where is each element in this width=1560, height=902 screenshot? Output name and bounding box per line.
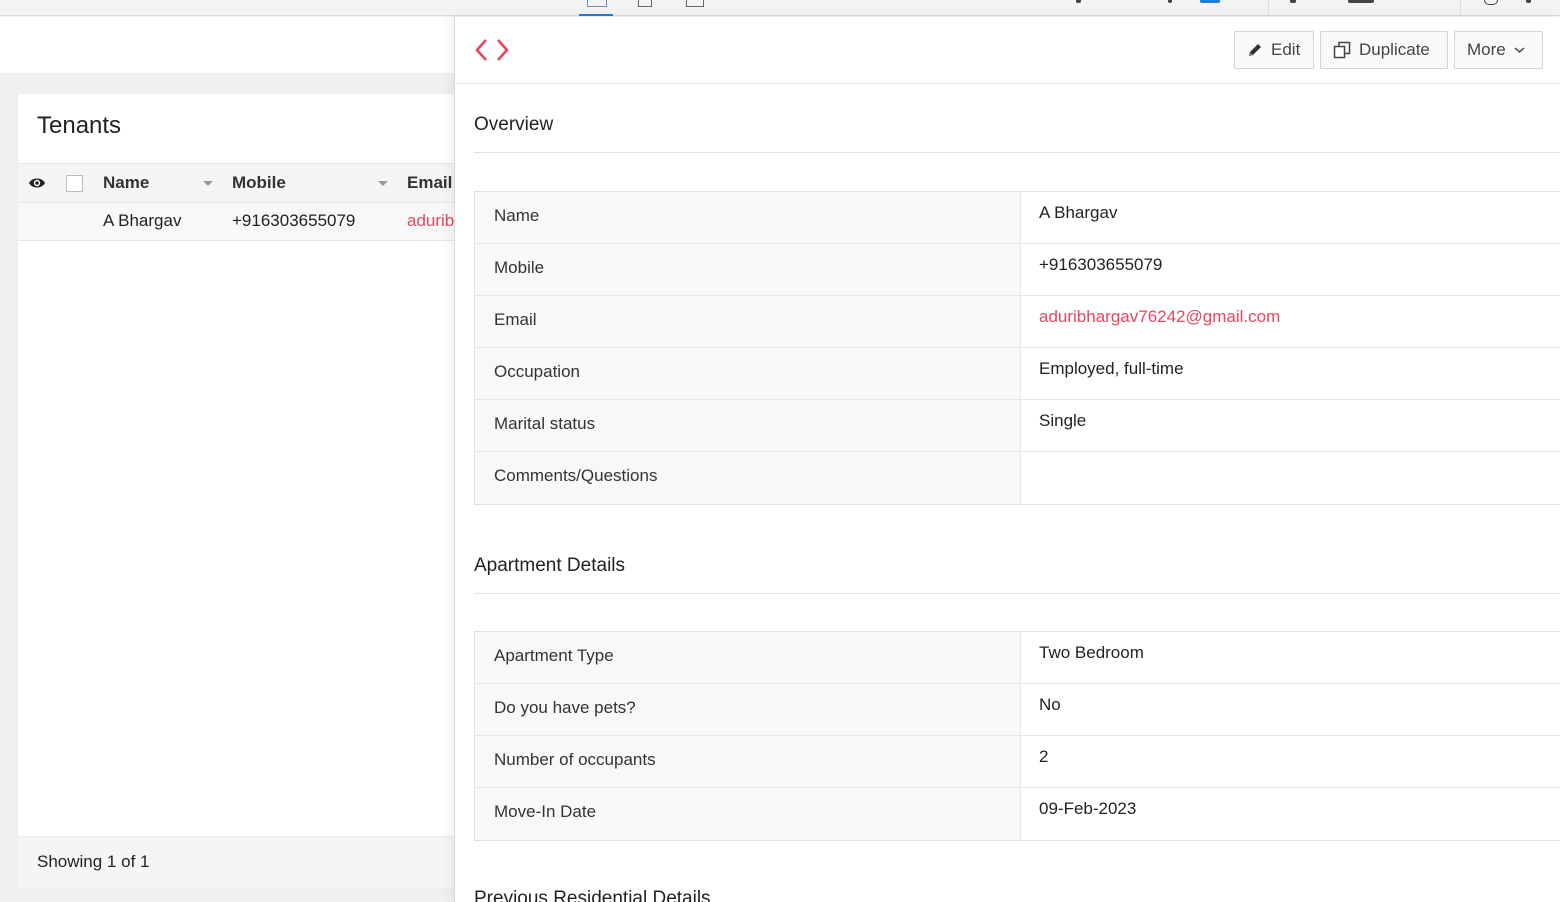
column-header-name[interactable]: Name [103, 173, 149, 193]
overview-fields-table: Name A Bhargav Mobile +916303655079 Emai… [474, 191, 1560, 505]
cell-email-link[interactable]: adurib [407, 211, 454, 231]
table-row[interactable]: A Bhargav +916303655079 adurib [18, 203, 455, 241]
top-text-fragment [1168, 0, 1172, 3]
field-row: Do you have pets? No [475, 684, 1560, 736]
sort-caret-icon[interactable] [203, 181, 213, 186]
column-header-email[interactable]: Email [407, 173, 452, 193]
duplicate-label: Duplicate [1359, 40, 1430, 59]
field-row: Occupation Employed, full-time [475, 348, 1560, 400]
top-text-fragment [1526, 0, 1531, 3]
list-header-row: Name Mobile Email [18, 163, 455, 203]
top-text-fragment [1290, 0, 1296, 3]
more-dropdown-button[interactable]: More [1454, 31, 1543, 69]
table-view-tab-icon[interactable] [686, 0, 704, 7]
section-divider [474, 593, 1560, 594]
field-row: Comments/Questions [475, 452, 1560, 504]
field-value-marital-status: Single [1039, 411, 1087, 430]
chevron-down-icon [1514, 47, 1525, 54]
select-all-checkbox[interactable] [66, 175, 83, 192]
cell-name: A Bhargav [103, 211, 182, 230]
field-row: Move-In Date 09-Feb-2023 [475, 788, 1560, 840]
edit-button[interactable]: Edit [1234, 31, 1314, 69]
field-value-comments [1021, 452, 1560, 504]
field-label-name: Name [475, 192, 1021, 243]
more-label: More [1467, 40, 1506, 59]
field-value-move-in-date: 09-Feb-2023 [1039, 799, 1137, 818]
field-value-occupation: Employed, full-time [1039, 359, 1184, 378]
record-count: Showing 1 of 1 [37, 852, 150, 871]
field-label-marital-status: Marital status [475, 400, 1021, 451]
section-title-previous-residential: Previous Residential Details [474, 888, 711, 902]
code-icon[interactable] [475, 37, 509, 63]
field-row: Number of occupants 2 [475, 736, 1560, 788]
apartment-fields-table: Apartment Type Two Bedroom Do you have p… [474, 631, 1560, 841]
detail-toolbar: Edit Duplicate More [455, 17, 1560, 84]
list-title: Tenants [37, 112, 122, 139]
pencil-icon [1249, 44, 1261, 56]
sort-caret-icon[interactable] [378, 181, 388, 186]
field-value-pets: No [1039, 695, 1061, 714]
top-divider [1268, 0, 1269, 15]
eye-icon[interactable] [28, 175, 46, 191]
left-header-area [0, 17, 454, 73]
grid-view-tab-icon[interactable] [638, 0, 652, 7]
field-value-occupants: 2 [1039, 747, 1049, 766]
record-detail-panel: Edit Duplicate More Overview Name A Bhar… [454, 17, 1560, 902]
field-row: Email aduribhargav76242@gmail.com [475, 296, 1560, 348]
field-value-apartment-type: Two Bedroom [1039, 643, 1144, 662]
help-icon[interactable] [1484, 0, 1498, 5]
field-row: Apartment Type Two Bedroom [475, 632, 1560, 684]
column-header-mobile[interactable]: Mobile [232, 173, 286, 193]
cell-mobile: +916303655079 [232, 211, 356, 230]
top-divider [1460, 0, 1461, 15]
field-row: Mobile +916303655079 [475, 244, 1560, 296]
field-value-mobile: +916303655079 [1039, 255, 1163, 274]
field-value-email-link[interactable]: aduribhargav76242@gmail.com [1021, 296, 1560, 347]
top-text-fragment [1348, 0, 1374, 3]
field-label-mobile: Mobile [475, 244, 1021, 295]
duplicate-button[interactable]: Duplicate [1320, 31, 1448, 69]
top-text-fragment [1076, 0, 1081, 3]
duplicate-icon [1333, 41, 1351, 59]
field-row: Marital status Single [475, 400, 1560, 452]
field-label-apartment-type: Apartment Type [475, 632, 1021, 683]
top-bar [0, 0, 1560, 16]
top-link-fragment [1200, 0, 1220, 3]
section-divider [474, 152, 1560, 153]
field-label-occupants: Number of occupants [475, 736, 1021, 787]
field-row: Name A Bhargav [475, 192, 1560, 244]
field-label-occupation: Occupation [475, 348, 1021, 399]
field-label-pets: Do you have pets? [475, 684, 1021, 735]
field-label-email: Email [475, 296, 1021, 347]
field-value-name: A Bhargav [1039, 203, 1118, 222]
field-label-comments: Comments/Questions [475, 452, 1021, 504]
list-footer: Showing 1 of 1 [18, 836, 455, 888]
section-title-overview: Overview [474, 114, 554, 135]
field-label-move-in-date: Move-In Date [475, 788, 1021, 840]
tenants-list-panel: Tenants Name Mobile Email A Bhargav +916… [17, 93, 455, 889]
list-view-tab-icon[interactable] [579, 0, 613, 16]
edit-label: Edit [1271, 40, 1301, 59]
section-title-apartment-details: Apartment Details [474, 555, 626, 576]
